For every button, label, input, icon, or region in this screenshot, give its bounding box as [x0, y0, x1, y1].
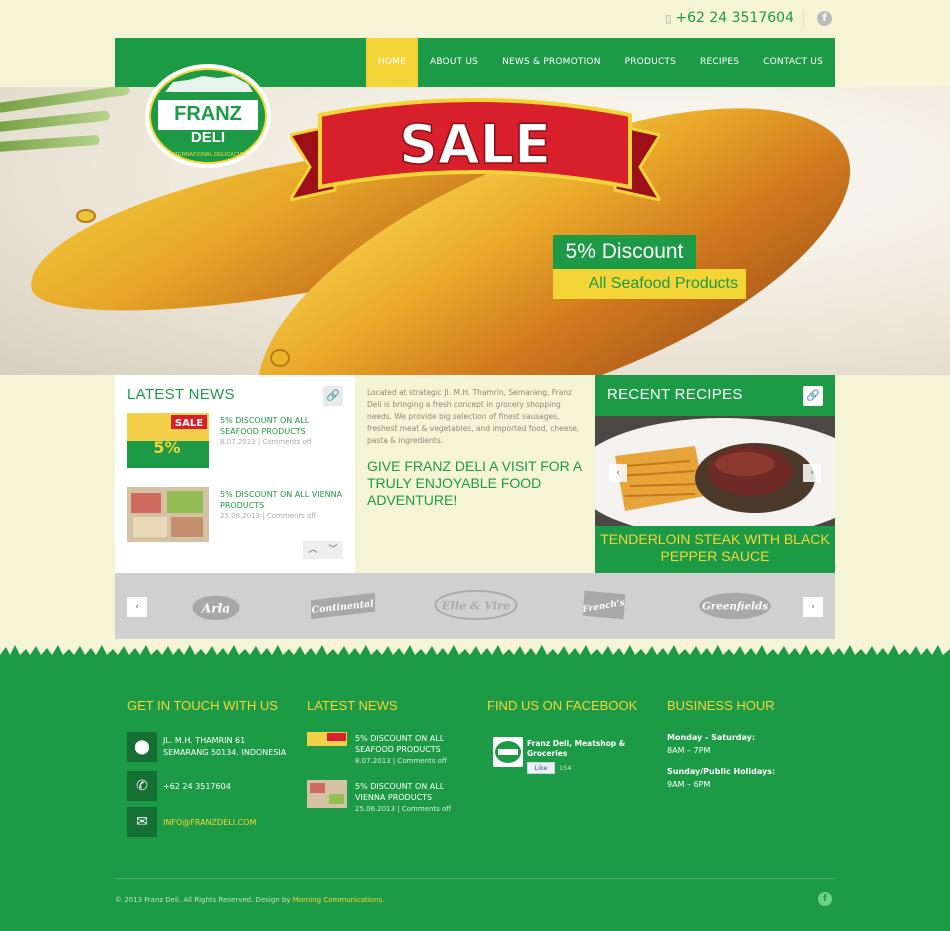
- footer-hours-title: BUSINESS HOUR: [667, 698, 775, 713]
- footer-news-item-meta: 25.06.2013 | Comments off: [355, 805, 452, 813]
- chevron-down-icon[interactable]: ﹀: [323, 541, 343, 559]
- news-item[interactable]: 5% DISCOUNT ON ALL VIENNA PRODUCTS 25.06…: [127, 487, 352, 543]
- latest-news-title: LATEST NEWS: [127, 386, 235, 403]
- footer-facebook-title: FIND US ON FACEBOOK: [487, 698, 638, 713]
- nav-item-contact-us[interactable]: CONTACT US: [751, 38, 835, 87]
- phone-icon: ✆: [127, 771, 157, 801]
- brand-logo-continental[interactable]: Continental: [307, 589, 379, 621]
- fb-like-button[interactable]: Like: [527, 762, 555, 774]
- spring-onion-decoration: [0, 87, 130, 116]
- header-phone-number: +62 24 3517604: [675, 10, 794, 26]
- brand-logo-frenchs[interactable]: French's: [576, 589, 632, 621]
- svg-text:Greenfields: Greenfields: [702, 601, 768, 613]
- recent-recipes-title: RECENT RECIPES: [607, 386, 743, 403]
- footer-phone: +62 24 3517604: [163, 782, 231, 791]
- news-item[interactable]: SALE 5% 5% DISCOUNT ON ALL SEAFOOD PRODU…: [127, 413, 352, 469]
- designer-link[interactable]: Morning Communications.: [293, 896, 385, 904]
- nav-item-about-us[interactable]: ABOUT US: [418, 38, 490, 87]
- weekday-hours: 8AM – 7PM: [667, 746, 711, 755]
- news-thumbnail[interactable]: [307, 780, 347, 808]
- discount-badge: 5% Discount: [553, 235, 696, 269]
- svg-text:FRANZ: FRANZ: [174, 103, 242, 125]
- news-title[interactable]: 5% DISCOUNT ON ALL VIENNA PRODUCTS: [220, 489, 350, 511]
- svg-text:DELI: DELI: [191, 129, 225, 146]
- facebook-icon[interactable]: f: [817, 11, 832, 26]
- brand-logo-elle-vire[interactable]: Elle & Vire: [431, 589, 521, 621]
- chevron-left-icon[interactable]: ‹: [127, 597, 147, 617]
- nav-item-news-promotion[interactable]: NEWS & PROMOTION: [490, 38, 613, 87]
- copyright: © 2013 Franz Deli. All Rights Reserved. …: [115, 896, 385, 904]
- svg-text:SALE: SALE: [175, 418, 203, 429]
- about-text: Located at strategic Jl. M.H. Thamrin, S…: [367, 388, 580, 445]
- news-thumbnail[interactable]: [307, 732, 347, 760]
- weekday-label: Monday - Saturday:: [667, 733, 756, 742]
- svg-text:INTERNATIONAL DELICACIES: INTERNATIONAL DELICACIES: [169, 152, 247, 158]
- nav-item-products[interactable]: PRODUCTS: [613, 38, 688, 87]
- facebook-like-box[interactable]: Franz Deli, Meatshop & Groceries Like 15…: [493, 737, 643, 779]
- holiday-hours: 9AM – 6PM: [667, 780, 711, 789]
- map-pin-icon: ⬤: [127, 732, 157, 762]
- top-bar: [0, 0, 950, 38]
- spring-onion-decoration: [0, 110, 111, 134]
- footer: GET IN TOUCH WITH US ⬤ JL. M.H. THAMRIN …: [0, 660, 950, 931]
- brand-logo-arla[interactable]: Arla: [190, 589, 242, 621]
- fb-page-avatar[interactable]: [493, 737, 523, 767]
- news-meta: 8.07.2013 | Comments off: [220, 438, 312, 446]
- nav-item-home[interactable]: HOME: [365, 38, 418, 87]
- news-pager: ︿ ﹀: [303, 541, 343, 559]
- footer-contact-title: GET IN TOUCH WITH US: [127, 698, 278, 713]
- news-thumbnail[interactable]: SALE 5%: [127, 413, 209, 468]
- news-title[interactable]: 5% DISCOUNT ON ALL SEAFOOD PRODUCTS: [220, 415, 350, 437]
- chevron-up-icon[interactable]: ︿: [303, 541, 323, 559]
- phone-icon: ▯: [665, 11, 672, 25]
- link-icon[interactable]: 🔗: [323, 386, 343, 406]
- steak-plate-image: [595, 416, 835, 526]
- about-headline: GIVE FRANZ DELI A VISIT FOR A TRULY ENJO…: [367, 458, 582, 508]
- link-icon[interactable]: 🔗: [803, 386, 823, 406]
- fish-eye: [270, 349, 290, 367]
- facebook-icon[interactable]: f: [818, 892, 832, 906]
- news-meta: 25.06.2013 | Comments off: [220, 512, 317, 520]
- envelope-icon: ✉: [127, 807, 157, 837]
- chevron-left-icon[interactable]: ‹: [609, 464, 627, 482]
- svg-text:Arla: Arla: [201, 602, 231, 616]
- franz-deli-logo[interactable]: FRANZ DELI INTERNATIONAL DELICACIES: [143, 62, 273, 170]
- divider: [803, 9, 804, 29]
- footer-news-item-title[interactable]: 5% DISCOUNT ON ALL VIENNA PRODUCTS: [355, 781, 455, 803]
- sale-ribbon: SALE: [290, 98, 660, 202]
- footer-news-item-meta: 8.07.2013 | Comments off: [355, 757, 447, 765]
- fb-like-count: 154: [559, 764, 572, 772]
- brand-logo-greenfields[interactable]: Greenfields: [695, 589, 775, 621]
- footer-email[interactable]: INFO@FRANZDELI.COM: [163, 817, 256, 829]
- news-thumbnail[interactable]: [127, 487, 209, 542]
- spring-onion-decoration: [0, 134, 101, 154]
- chevron-right-icon[interactable]: ›: [803, 464, 821, 482]
- chevron-right-icon[interactable]: ›: [803, 597, 823, 617]
- svg-text:Elle & Vire: Elle & Vire: [441, 599, 510, 613]
- footer-divider: [115, 878, 835, 879]
- fb-page-name[interactable]: Franz Deli, Meatshop & Groceries: [527, 739, 637, 759]
- recent-recipes-panel: RECENT RECIPES 🔗 ‹ › TENDERLOIN STEAK WI…: [595, 375, 835, 573]
- holiday-label: Sunday/Public Holidays:: [667, 767, 776, 776]
- svg-text:SALE: SALE: [399, 113, 551, 176]
- svg-text:5%: 5%: [153, 438, 180, 457]
- fish-eye: [76, 209, 96, 223]
- recipe-image[interactable]: ‹ ›: [595, 416, 835, 526]
- footer-news-item-title[interactable]: 5% DISCOUNT ON ALL SEAFOOD PRODUCTS: [355, 733, 455, 755]
- discount-subtitle: All Seafood Products: [553, 269, 746, 299]
- recipe-title[interactable]: TENDERLOIN STEAK WITH BLACK PEPPER SAUCE: [595, 531, 835, 565]
- about-panel: Located at strategic Jl. M.H. Thamrin, S…: [355, 375, 595, 573]
- header-phone: ▯ +62 24 3517604: [665, 10, 794, 26]
- footer-news-title: LATEST NEWS: [307, 698, 398, 713]
- brands-carousel: ‹ Arla Continental Elle & Vire French's …: [115, 573, 835, 639]
- nav-item-recipes[interactable]: RECIPES: [688, 38, 751, 87]
- footer-address: JL. M.H. THAMRIN 61 SEMARANG 50134. INDO…: [163, 736, 287, 757]
